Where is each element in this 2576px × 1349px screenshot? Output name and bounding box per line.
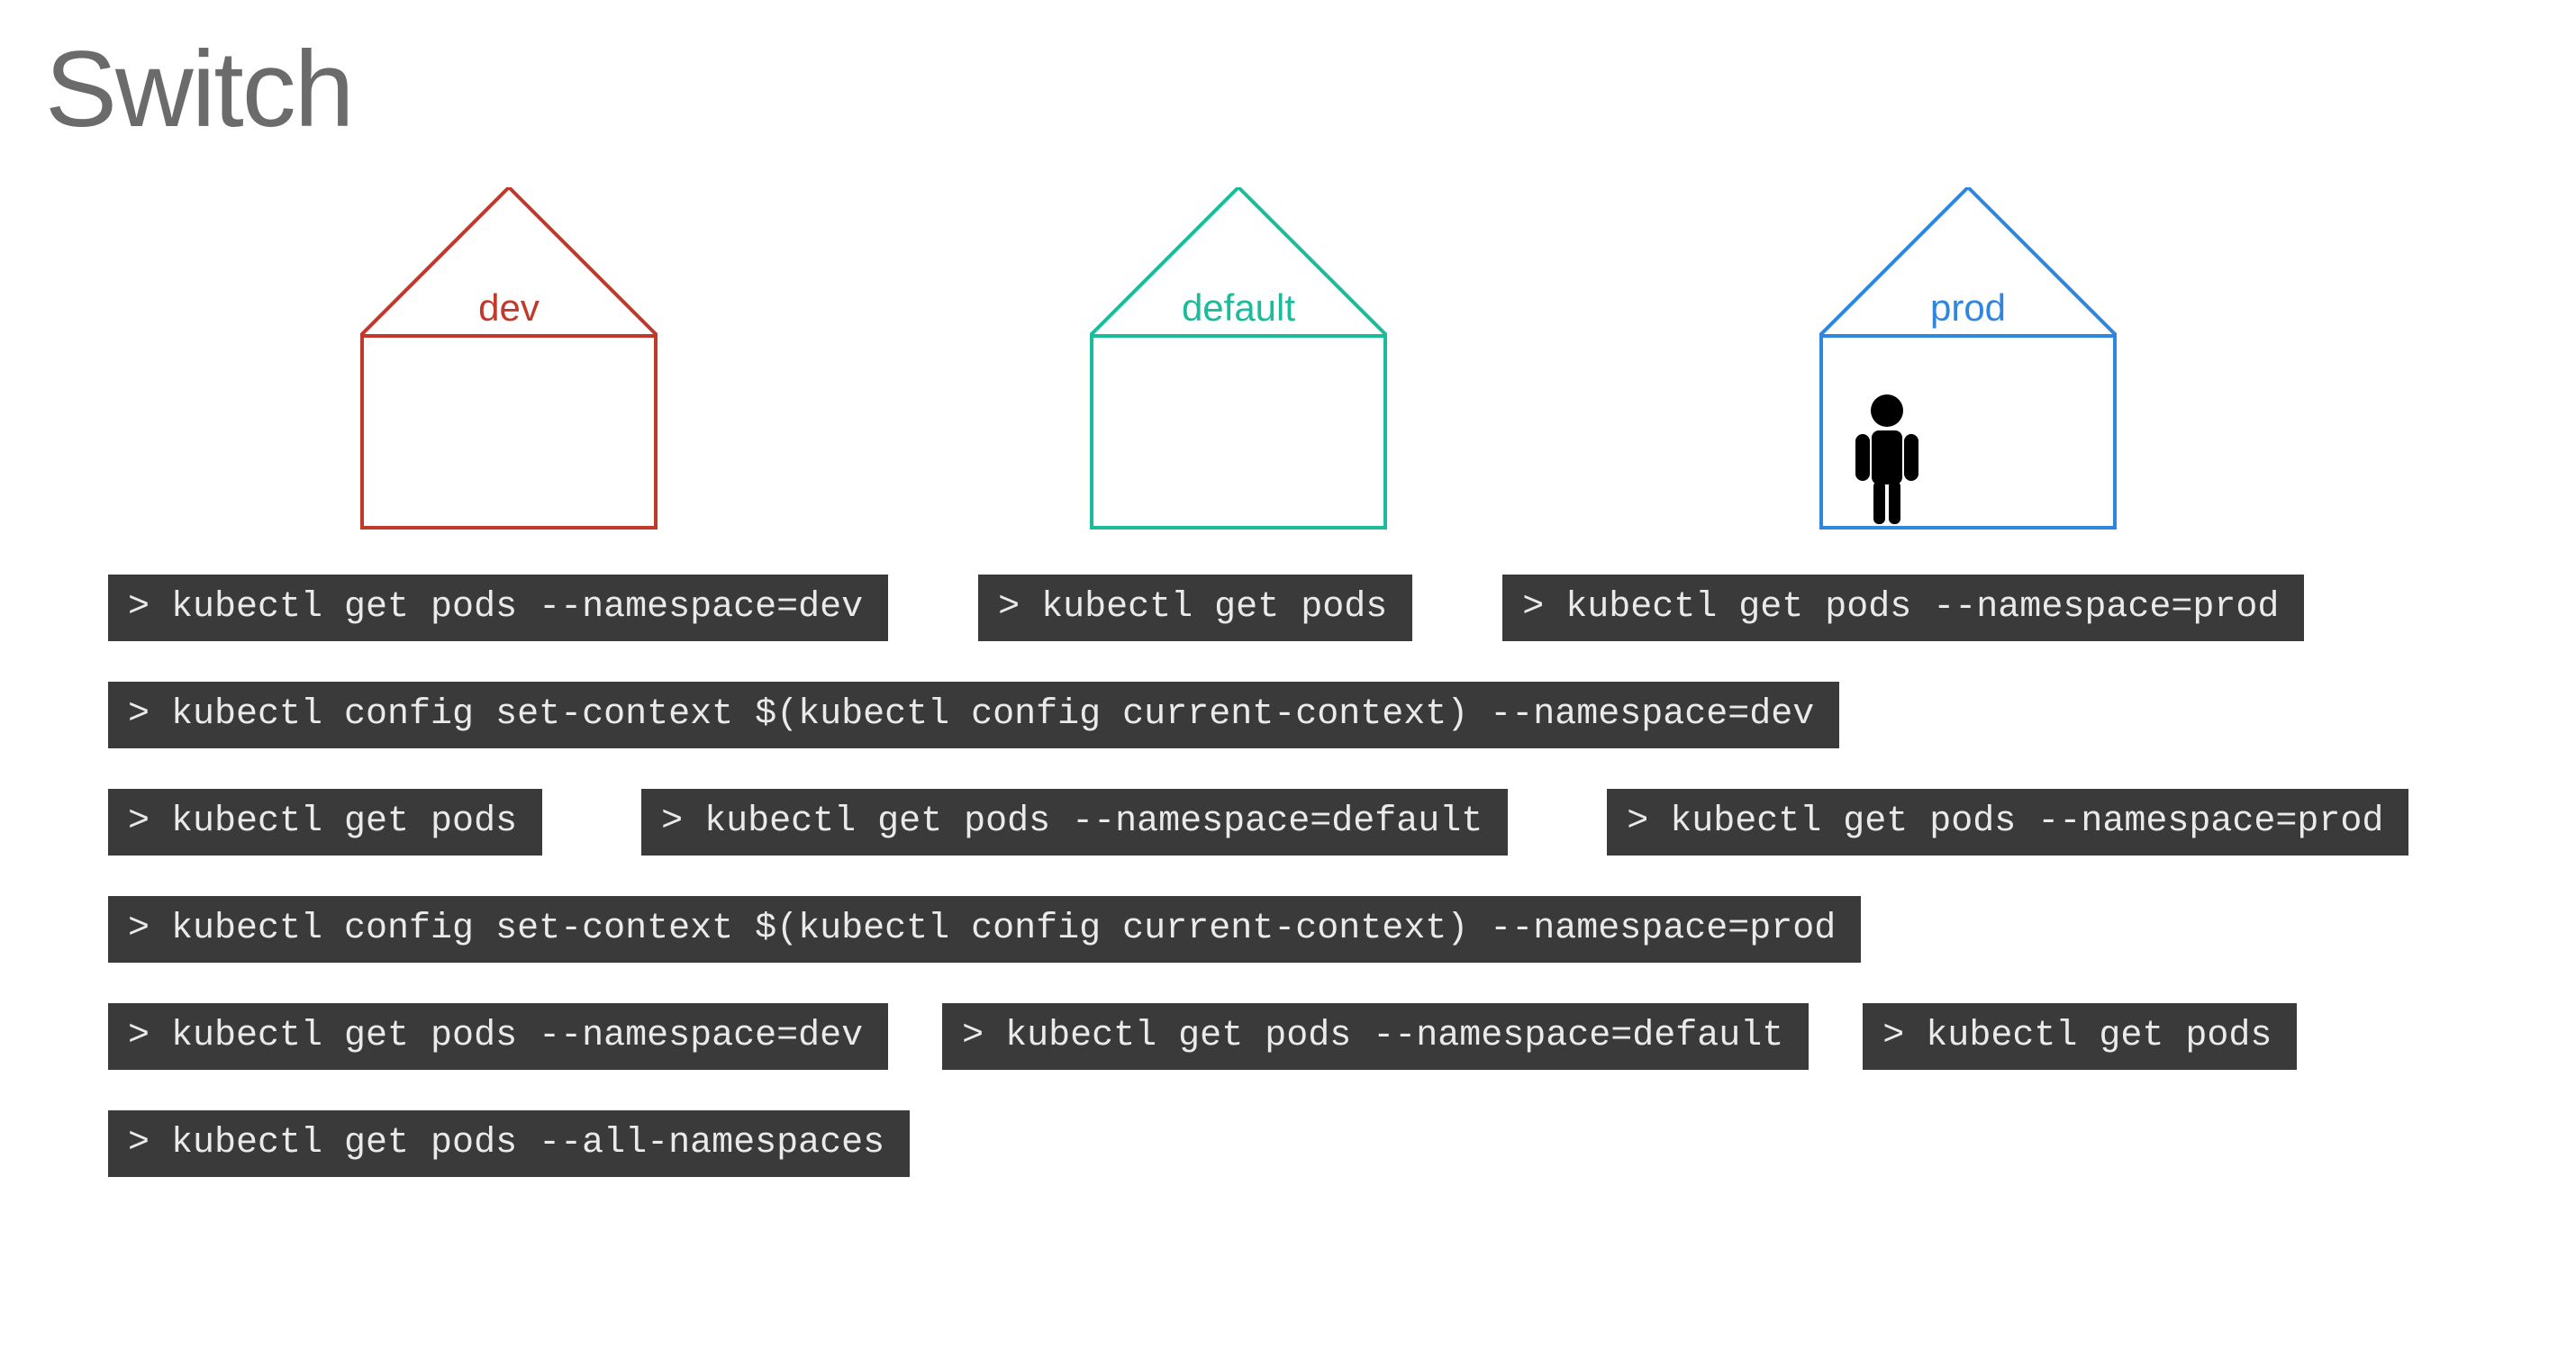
house-dev: dev (360, 187, 658, 530)
cmd-box: > kubectl get pods (108, 789, 542, 856)
person-icon (1846, 391, 1927, 526)
cmd-row-4: > kubectl config set-context $(kubectl c… (45, 896, 2531, 963)
page-title: Switch (45, 27, 2531, 151)
house-shape-dev (360, 187, 658, 530)
cmd-box: > kubectl get pods --namespace=dev (108, 1003, 888, 1070)
cmd-box: > kubectl get pods --namespace=prod (1607, 789, 2408, 856)
cmd-box: > kubectl get pods --namespace=default (641, 789, 1508, 856)
houses-row: dev default prod (45, 187, 2531, 530)
house-prod: prod (1819, 187, 2117, 530)
house-label-default: default (1090, 286, 1387, 336)
cmd-box: > kubectl config set-context $(kubectl c… (108, 682, 1839, 748)
cmd-row-2: > kubectl config set-context $(kubectl c… (45, 682, 2531, 748)
cmd-box: > kubectl get pods --namespace=prod (1502, 575, 2304, 641)
cmd-row-5: > kubectl get pods --namespace=dev > kub… (45, 1003, 2531, 1070)
cmd-row-6: > kubectl get pods --all-namespaces (45, 1110, 2531, 1177)
cmd-box: > kubectl get pods --namespace=default (942, 1003, 1809, 1070)
slide: Switch dev default (0, 0, 2576, 1349)
house-label-prod: prod (1819, 286, 2117, 336)
cmd-box: > kubectl config set-context $(kubectl c… (108, 896, 1861, 963)
cmd-row-3: > kubectl get pods > kubectl get pods --… (45, 789, 2531, 856)
cmd-row-1: > kubectl get pods --namespace=dev > kub… (45, 575, 2531, 641)
house-default: default (1090, 187, 1387, 530)
house-label-dev: dev (360, 286, 658, 336)
house-shape-default (1090, 187, 1387, 530)
cmd-box: > kubectl get pods (978, 575, 1412, 641)
cmd-box: > kubectl get pods --all-namespaces (108, 1110, 910, 1177)
cmd-box: > kubectl get pods (1863, 1003, 2297, 1070)
cmd-box: > kubectl get pods --namespace=dev (108, 575, 888, 641)
